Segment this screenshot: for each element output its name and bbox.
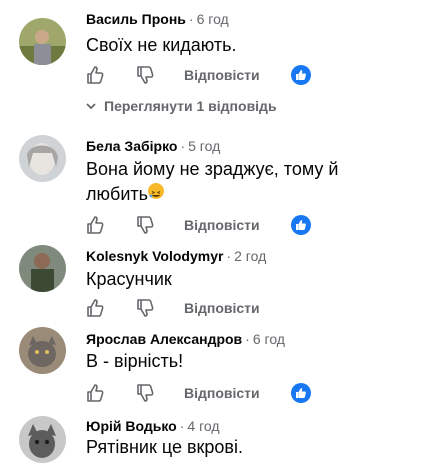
chevron-down-icon <box>86 103 96 110</box>
comment-text-line: Вона йому не зраджує, тому й <box>86 159 339 179</box>
comment-item: Бела Забірко · 5 год Вона йому не зраджує,… <box>0 130 444 240</box>
thumbs-up-outline-icon[interactable] <box>86 215 106 235</box>
author-name[interactable]: Василь Пронь <box>86 11 186 27</box>
comment-item: Ярослав Александров · 6 год В - вірність! … <box>0 322 444 405</box>
separator: · <box>226 248 232 264</box>
thumbs-down-outline-icon[interactable] <box>136 65 156 85</box>
thumbs-up-outline-icon[interactable] <box>86 383 106 403</box>
comment-actions: Відповісти <box>86 298 426 320</box>
separator: · <box>188 11 194 27</box>
laughing-emoji-icon <box>148 183 164 199</box>
comment-text: В - вірність! <box>86 351 184 371</box>
like-reaction-badge-icon[interactable] <box>291 65 311 85</box>
reply-button[interactable]: Відповісти <box>184 217 260 233</box>
comment-item: Василь Пронь · 6 год Своїх не кидають. Від… <box>0 0 444 130</box>
comment-text: Вона йому не зраджує, тому й любить <box>86 157 386 207</box>
reply-button[interactable]: Відповісти <box>184 67 260 83</box>
comment-time[interactable]: 2 год <box>234 248 266 264</box>
comment-actions: Відповісти <box>86 65 426 87</box>
comment-meta: Бела Забірко · 5 год <box>86 138 220 154</box>
thumbs-up-outline-icon[interactable] <box>86 298 106 318</box>
author-name[interactable]: Юрій Водько <box>86 418 177 434</box>
comment-meta: Юрій Водько · 4 год <box>86 418 220 434</box>
comment-time[interactable]: 6 год <box>197 11 229 27</box>
like-reaction-badge-icon[interactable] <box>291 215 311 235</box>
view-replies-link[interactable]: Переглянути 1 відповідь <box>86 98 277 114</box>
comment-time[interactable]: 4 год <box>187 418 219 434</box>
comment-actions: Відповісти <box>86 383 426 405</box>
author-name[interactable]: Ярослав Александров <box>86 331 242 347</box>
comment-item: Kolesnyk Volodymyr · 2 год Красунчик Відпо… <box>0 240 444 320</box>
comment-meta: Василь Пронь · 6 год <box>86 11 229 27</box>
like-reaction-badge-icon[interactable] <box>291 383 311 403</box>
comment-meta: Ярослав Александров · 6 год <box>86 331 285 347</box>
reply-button[interactable]: Відповісти <box>184 385 260 401</box>
view-replies-label: Переглянути 1 відповідь <box>104 98 277 114</box>
comment-meta: Kolesnyk Volodymyr · 2 год <box>86 248 266 264</box>
thumbs-down-outline-icon[interactable] <box>136 383 156 403</box>
reply-button[interactable]: Відповісти <box>184 300 260 316</box>
avatar[interactable] <box>19 327 66 374</box>
comment-text-fragment: любить <box>86 184 148 204</box>
comment-actions: Відповісти <box>86 215 426 237</box>
author-name[interactable]: Kolesnyk Volodymyr <box>86 248 223 264</box>
thumbs-down-outline-icon[interactable] <box>136 215 156 235</box>
separator: · <box>179 418 185 434</box>
comment-text: Своїх не кидають. <box>86 35 237 55</box>
avatar[interactable] <box>19 416 66 463</box>
avatar[interactable] <box>19 135 66 182</box>
comment-text: Красунчик <box>86 269 172 289</box>
thumbs-down-outline-icon[interactable] <box>136 298 156 318</box>
avatar[interactable] <box>19 18 66 65</box>
comment-text-line: любить <box>86 182 386 207</box>
comment-item: Юрій Водько · 4 год Рятівник це вкрові. <box>0 405 444 465</box>
separator: · <box>245 331 250 347</box>
separator: · <box>180 138 186 154</box>
comment-time[interactable]: 6 год <box>253 331 285 347</box>
thumbs-up-outline-icon[interactable] <box>86 65 106 85</box>
author-name[interactable]: Бела Забірко <box>86 138 177 154</box>
avatar[interactable] <box>19 245 66 292</box>
comment-time[interactable]: 5 год <box>188 138 220 154</box>
comment-text: Рятівник це вкрові. <box>86 437 243 457</box>
